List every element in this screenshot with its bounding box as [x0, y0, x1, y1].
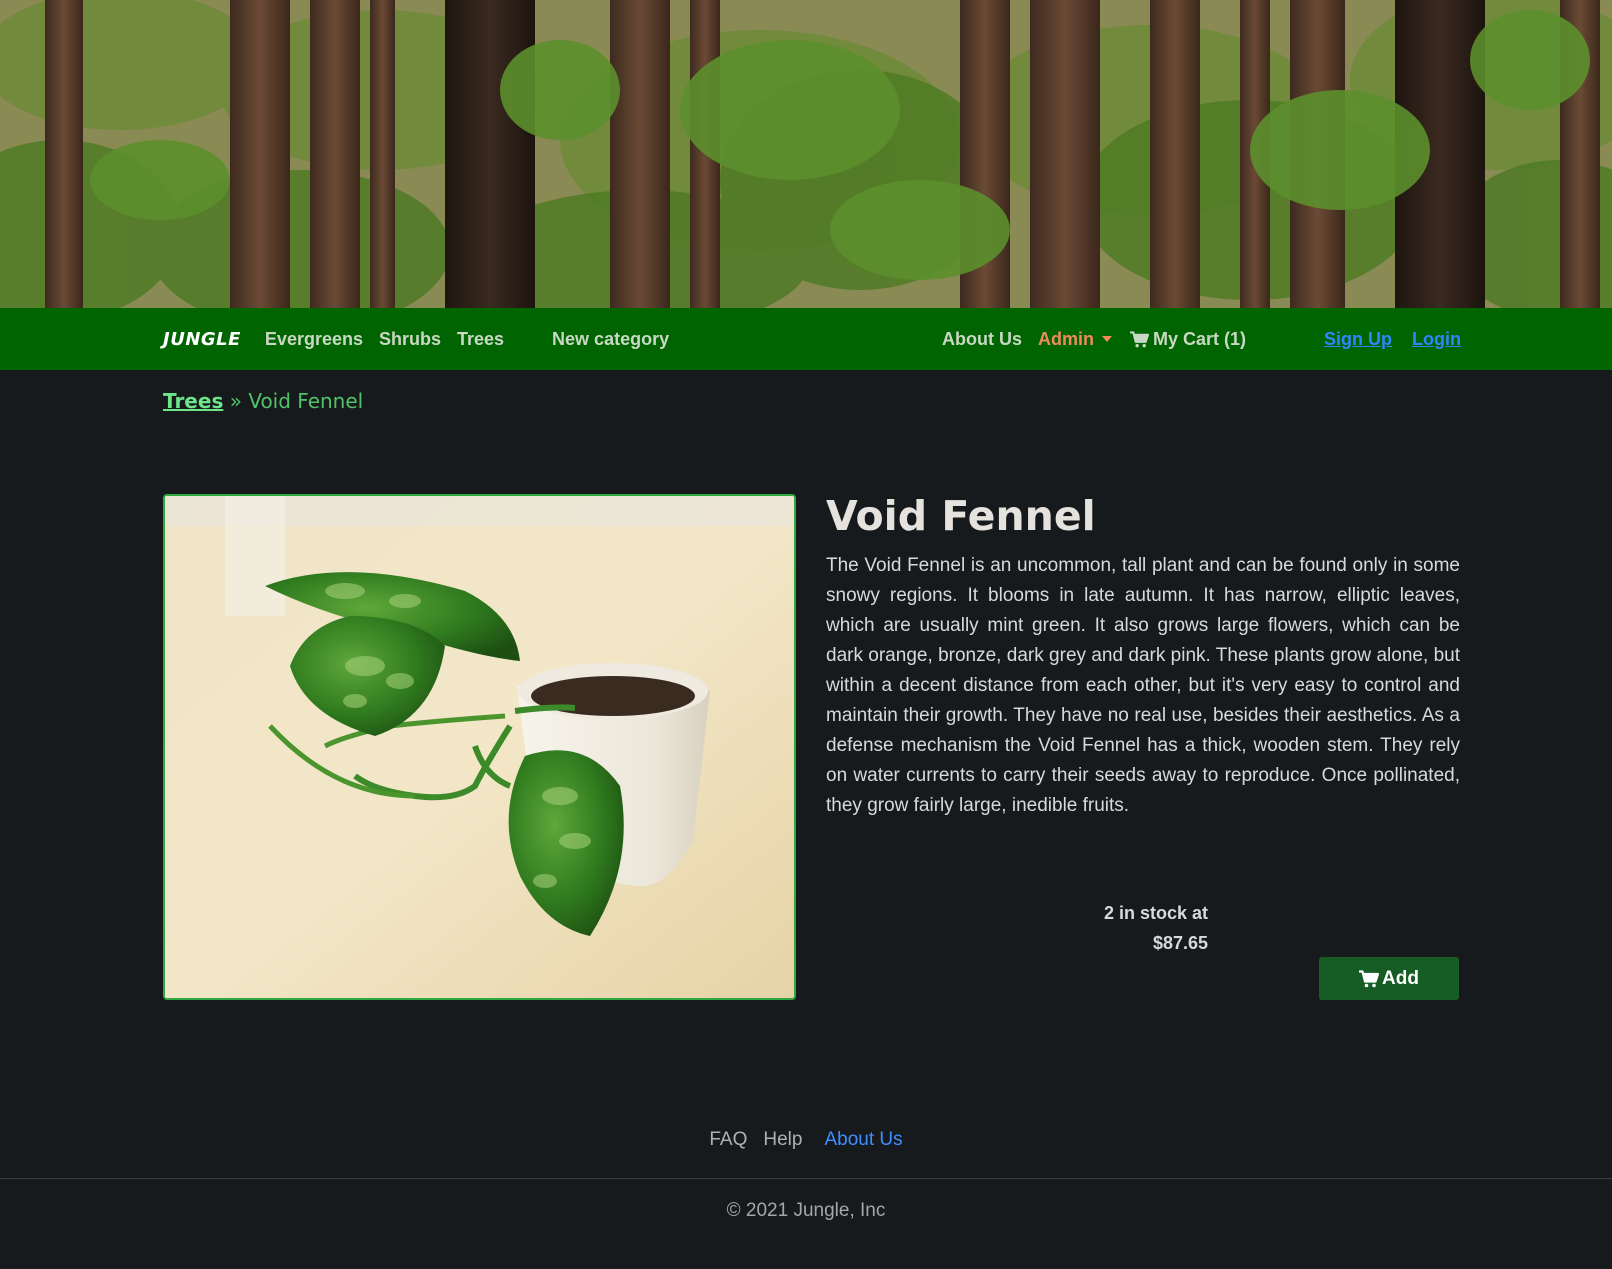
- brand-logo[interactable]: JUNGLE: [163, 329, 241, 350]
- add-button-label: Add: [1382, 967, 1419, 989]
- nav-about-us[interactable]: About Us: [942, 329, 1022, 350]
- add-to-cart-button[interactable]: Add: [1319, 957, 1459, 1000]
- copyright-text: © 2021 Jungle, Inc: [726, 1200, 886, 1221]
- product-title: Void Fennel: [826, 492, 1096, 540]
- nav-category-shrubs[interactable]: Shrubs: [379, 329, 441, 350]
- forest-illustration: [0, 0, 1612, 308]
- footer-help-link[interactable]: Help: [763, 1129, 802, 1151]
- footer-faq-link[interactable]: FAQ: [709, 1129, 747, 1151]
- sign-up-link[interactable]: Sign Up: [1324, 329, 1392, 350]
- cart-label: My Cart (1): [1153, 328, 1247, 349]
- nav-category-evergreens[interactable]: Evergreens: [265, 329, 363, 350]
- product-description: The Void Fennel is an uncommon, tall pla…: [826, 555, 1460, 816]
- admin-dropdown[interactable]: Admin: [1038, 329, 1112, 350]
- caret-down-icon: [1102, 336, 1112, 342]
- breadcrumb-separator: »: [229, 389, 242, 413]
- breadcrumb-parent-link[interactable]: Trees: [163, 389, 223, 413]
- login-link[interactable]: Login: [1412, 329, 1461, 350]
- footer-about-link[interactable]: About Us: [824, 1129, 902, 1151]
- footer-links: FAQ Help About Us: [0, 1129, 1612, 1151]
- potted-plant-illustration: [165, 496, 794, 998]
- breadcrumb-current: Void Fennel: [248, 389, 364, 413]
- my-cart-link[interactable]: My Cart (1): [1130, 329, 1246, 350]
- main-navbar: JUNGLE Evergreens Shrubs Trees New categ…: [0, 308, 1612, 370]
- nav-category-trees[interactable]: Trees: [457, 329, 504, 350]
- admin-label: Admin: [1038, 328, 1094, 349]
- product-price: $87.65: [1152, 933, 1208, 953]
- nav-new-category[interactable]: New category: [552, 329, 669, 350]
- hero-banner: [0, 0, 1612, 308]
- product-image: [163, 494, 796, 1000]
- shopping-cart-icon: [1359, 969, 1380, 987]
- footer-divider: [0, 1178, 1612, 1179]
- stock-count: 2 in stock at: [1103, 903, 1208, 923]
- shopping-cart-icon: [1130, 330, 1149, 347]
- stock-and-price: 2 in stock at $87.65: [1000, 898, 1208, 958]
- breadcrumb: Trees » Void Fennel: [163, 389, 363, 413]
